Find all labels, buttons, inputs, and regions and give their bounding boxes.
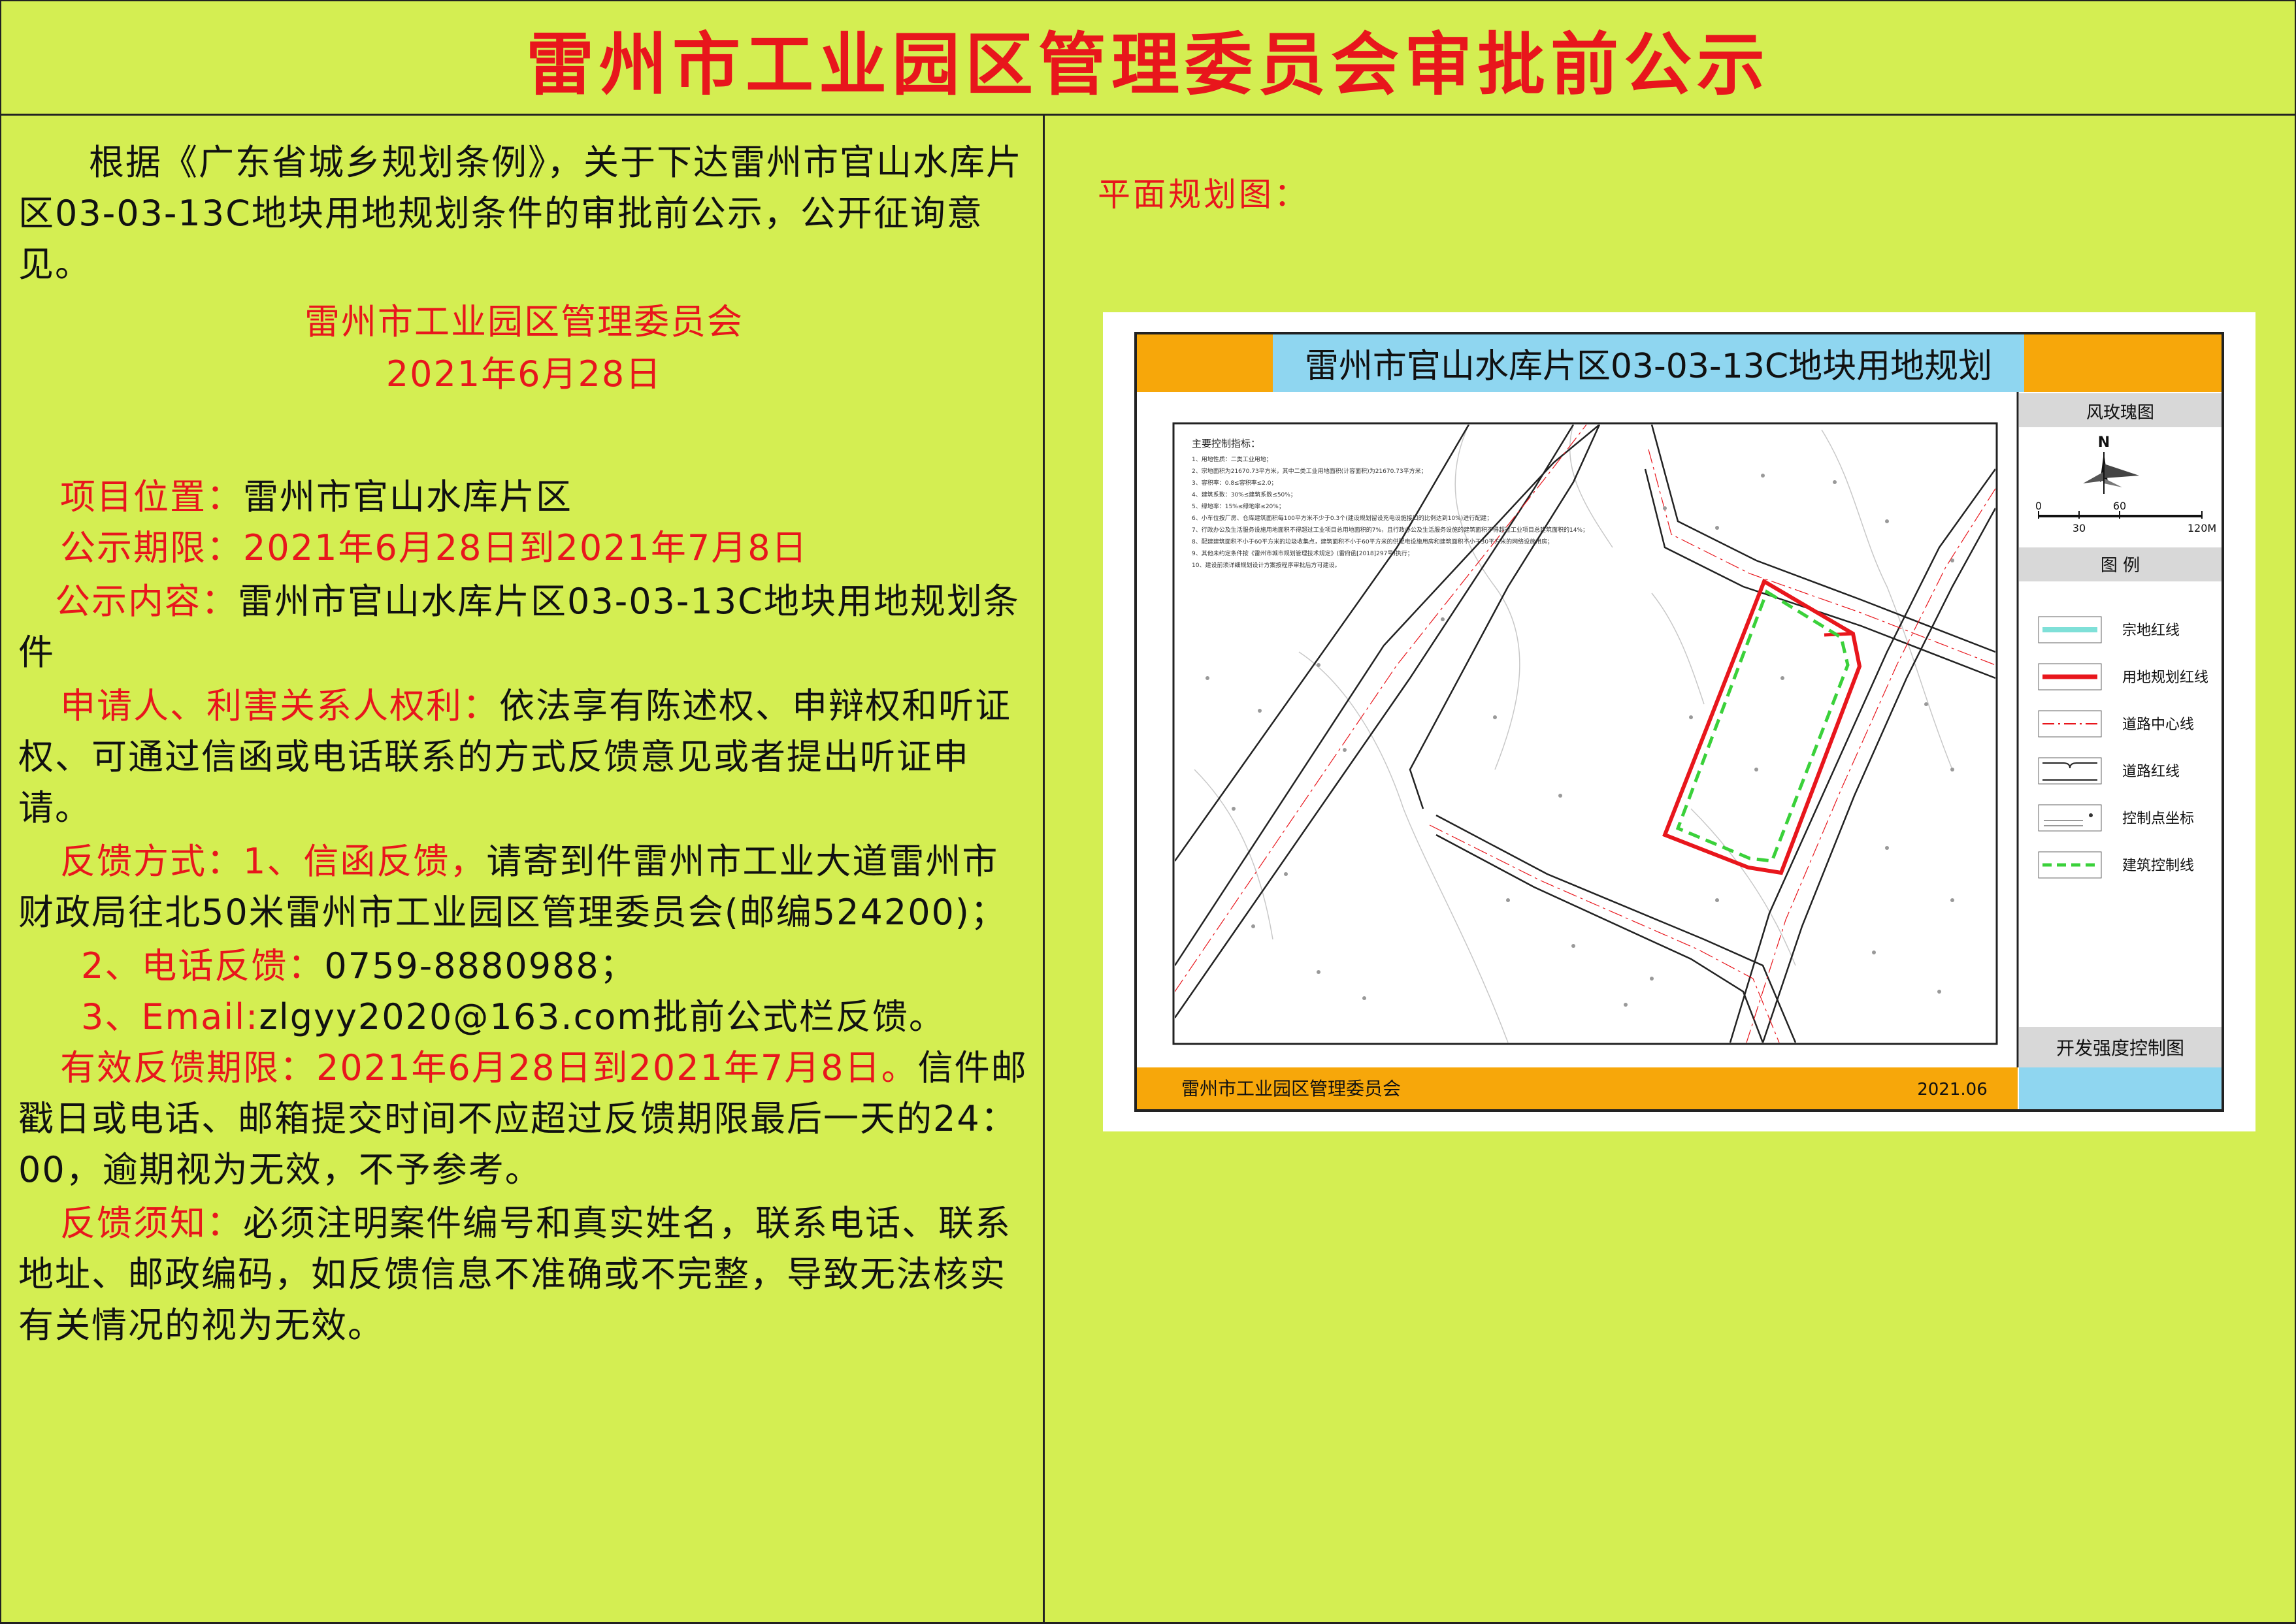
feedback-1-lead: 1、信函反馈， <box>243 841 487 882</box>
scale-30: 30 <box>2073 522 2086 534</box>
indicators-title: 主要控制指标： <box>1192 438 1260 449</box>
indicator-line: 10、建设前须详细规划设计方案按程序审批后方可建设。 <box>1192 561 1340 569</box>
scale-60: 60 <box>2113 500 2126 512</box>
legend-label: 建筑控制线 <box>2122 858 2194 874</box>
map-title: 雷州市官山水库片区03-03-13C地块用地规划 <box>1305 347 1992 386</box>
title-band-right <box>2024 334 2222 392</box>
planning-map: 雷州市官山水库片区03-03-13C地块用地规划 风玫瑰图 N 0 30 60 … <box>1103 312 2255 1131</box>
deadline-line: 有效反馈期限：2021年6月28日到2021年7月8日。信件邮戳日或电话、邮箱提… <box>18 1043 1030 1195</box>
feedback-line: 反馈方式：1、信函反馈，请寄到件雷州市工业大道雷州市财政局往北50米雷州市工业园… <box>18 836 1030 938</box>
location-label: 项目位置： <box>60 476 243 517</box>
indicator-line: 4、建筑系数：30%≤建筑系数≤50%； <box>1192 491 1296 498</box>
compass-title: 风玫瑰图 <box>2086 403 2154 423</box>
feedback-3-line: 3、Email:zlgyy2020@163.com批前公式栏反馈。 <box>18 992 1030 1043</box>
legend-title: 图 例 <box>2101 556 2140 576</box>
issue-date: 2021年6月28日 <box>385 353 663 395</box>
feedback-2-line: 2、电话反馈：0759-8880988； <box>18 941 1030 992</box>
period-label: 公示期限： <box>60 527 243 568</box>
indicator-line: 3、容积率：0.8≤容积率≤2.0； <box>1192 479 1277 487</box>
feedback-2-lead: 2、电话反馈： <box>81 945 325 986</box>
map-label: 平面规划图： <box>1098 176 1309 214</box>
deadline-dates: 2021年6月28日到2021年7月8日。 <box>316 1047 918 1088</box>
period-line: 公示期限：2021年6月28日到2021年7月8日 <box>18 523 1030 574</box>
feedback-2-value: 0759-8880988； <box>324 945 636 986</box>
page-title: 雷州市工业园区管理委员会审批前公示 <box>525 25 1770 105</box>
planning-map-svg: 雷州市官山水库片区03-03-13C地块用地规划 风玫瑰图 N 0 30 60 … <box>1134 332 2224 1112</box>
indicator-line: 1、用地性质：二类工业用地； <box>1192 455 1272 463</box>
title-band-left <box>1137 334 1273 392</box>
indicator-line: 2、宗地面积为21670.73平方米，其中二类工业用地面积(计容面积)为2167… <box>1192 467 1427 475</box>
footer-date: 2021.06 <box>1917 1080 1988 1099</box>
content-label: 公示内容： <box>55 581 238 622</box>
rights-line: 申请人、利害关系人权利：依法享有陈述权、申辩权和听证权、可通过信函或电话联系的方… <box>18 681 1030 834</box>
rights-label: 申请人、利害关系人权利： <box>60 685 499 726</box>
notice-page: 雷州市工业园区管理委员会审批前公示 根据《广东省城乡规划条例》，关于下达雷州市官… <box>0 0 2296 1624</box>
indicator-line: 5、绿地率：15%≤绿地率≤20%； <box>1192 502 1285 510</box>
frame-left <box>0 114 1 1624</box>
period-value: 2021年6月28日到2021年7月8日 <box>243 527 808 568</box>
content-line: 公示内容：雷州市官山水库片区03-03-13C地块用地规划条件 <box>18 576 1030 678</box>
location-line: 项目位置：雷州市官山水库片区 <box>18 472 1030 523</box>
indicator-line: 9、其他未约定条件按《雷州市城市规划管理技术规定》(雷府函[2018]297号)… <box>1192 549 1413 557</box>
scale-120: 120M <box>2188 522 2216 534</box>
notice-text: 根据《广东省城乡规划条例》，关于下达雷州市官山水库片区03-03-13C地块用地… <box>18 131 1030 1351</box>
panel-caption: 开发强度控制图 <box>2056 1037 2184 1059</box>
issuer: 雷州市工业园区管理委员会 <box>304 301 744 342</box>
feedback-3-lead: 3、Email: <box>81 996 259 1037</box>
feedback-label: 反馈方式： <box>60 841 243 882</box>
footer-org: 雷州市工业园区管理委员会 <box>1181 1078 1401 1099</box>
north-label: N <box>2098 434 2110 451</box>
deadline-label: 有效反馈期限： <box>60 1047 316 1088</box>
notes-line: 反馈须知：必须注明案件编号和真实姓名，联系电话、联系地址、邮政编码，如反馈信息不… <box>18 1198 1030 1351</box>
footer-band-right <box>2019 1067 2222 1109</box>
notes-label: 反馈须知： <box>60 1203 243 1244</box>
intro-paragraph: 根据《广东省城乡规划条例》，关于下达雷州市官山水库片区03-03-13C地块用地… <box>18 142 1023 285</box>
legend-label: 宗地红线 <box>2122 623 2180 639</box>
location-value: 雷州市官山水库片区 <box>243 476 572 517</box>
legend-label: 用地规划红线 <box>2122 670 2208 686</box>
legend-label: 道路红线 <box>2122 764 2180 780</box>
column-divider <box>1043 114 1045 1624</box>
indicator-line: 6、小车位按厂房、仓库建筑面积每100平方米不少于0.3个(建设规划留设充电设施… <box>1192 514 1492 522</box>
legend-label: 控制点坐标 <box>2122 811 2194 827</box>
feedback-3-value: zlgyy2020@163.com批前公式栏反馈。 <box>259 996 945 1037</box>
indicator-line: 7、行政办公及生活服务设施用地面积不得超过工业项目总用地面积的7%，且行政办公及… <box>1192 526 1588 534</box>
indicator-line: 8、配建建筑面积不小于60平方米的垃圾收集点，建筑面积不小于60平方米的供配电设… <box>1192 538 1553 545</box>
scale-0: 0 <box>2035 500 2042 512</box>
legend-label: 道路中心线 <box>2122 717 2194 733</box>
